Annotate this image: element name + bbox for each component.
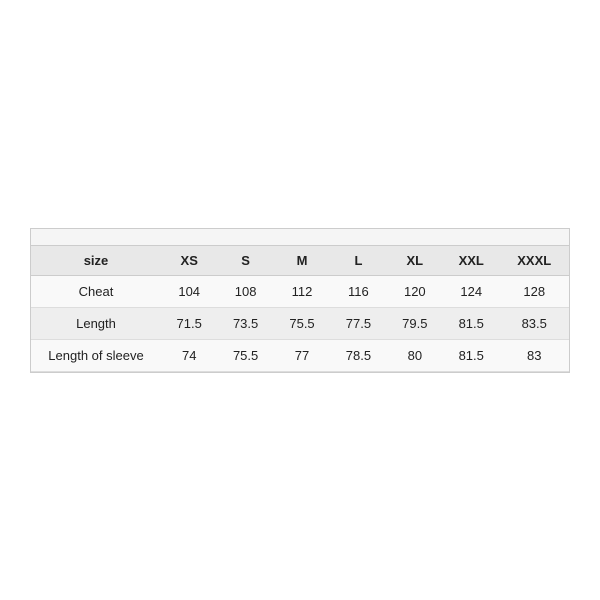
row-label-2: Length of sleeve	[31, 339, 161, 371]
cell-r1-c1: 73.5	[217, 307, 273, 339]
cell-r0-c6: 128	[499, 275, 569, 307]
cell-r0-c4: 120	[387, 275, 443, 307]
table-body: Cheat104108112116120124128Length71.573.5…	[31, 275, 569, 371]
cell-r0-c0: 104	[161, 275, 217, 307]
table-row: Length71.573.575.577.579.581.583.5	[31, 307, 569, 339]
row-label-0: Cheat	[31, 275, 161, 307]
cell-r2-c3: 78.5	[330, 339, 386, 371]
cell-r2-c2: 77	[274, 339, 330, 371]
chart-title-row	[31, 229, 569, 246]
cell-r2-c6: 83	[499, 339, 569, 371]
row-label-1: Length	[31, 307, 161, 339]
header-cell-xxl: XXL	[443, 246, 499, 276]
size-chart-table: sizeXSSMLXLXXLXXXL Cheat1041081121161201…	[31, 246, 569, 372]
header-cell-m: M	[274, 246, 330, 276]
header-cell-xxxl: XXXL	[499, 246, 569, 276]
size-chart-container: sizeXSSMLXLXXLXXXL Cheat1041081121161201…	[30, 228, 570, 373]
cell-r1-c3: 77.5	[330, 307, 386, 339]
header-cell-xl: XL	[387, 246, 443, 276]
cell-r0-c2: 112	[274, 275, 330, 307]
cell-r2-c1: 75.5	[217, 339, 273, 371]
cell-r1-c2: 75.5	[274, 307, 330, 339]
cell-r0-c3: 116	[330, 275, 386, 307]
table-row: Cheat104108112116120124128	[31, 275, 569, 307]
cell-r0-c1: 108	[217, 275, 273, 307]
cell-r2-c4: 80	[387, 339, 443, 371]
table-header-row: sizeXSSMLXLXXLXXXL	[31, 246, 569, 276]
cell-r2-c0: 74	[161, 339, 217, 371]
cell-r2-c5: 81.5	[443, 339, 499, 371]
header-cell-l: L	[330, 246, 386, 276]
header-cell-s: S	[217, 246, 273, 276]
header-cell-size: size	[31, 246, 161, 276]
cell-r1-c4: 79.5	[387, 307, 443, 339]
cell-r0-c5: 124	[443, 275, 499, 307]
header-cell-xs: XS	[161, 246, 217, 276]
cell-r1-c5: 81.5	[443, 307, 499, 339]
table-row: Length of sleeve7475.57778.58081.583	[31, 339, 569, 371]
cell-r1-c0: 71.5	[161, 307, 217, 339]
cell-r1-c6: 83.5	[499, 307, 569, 339]
